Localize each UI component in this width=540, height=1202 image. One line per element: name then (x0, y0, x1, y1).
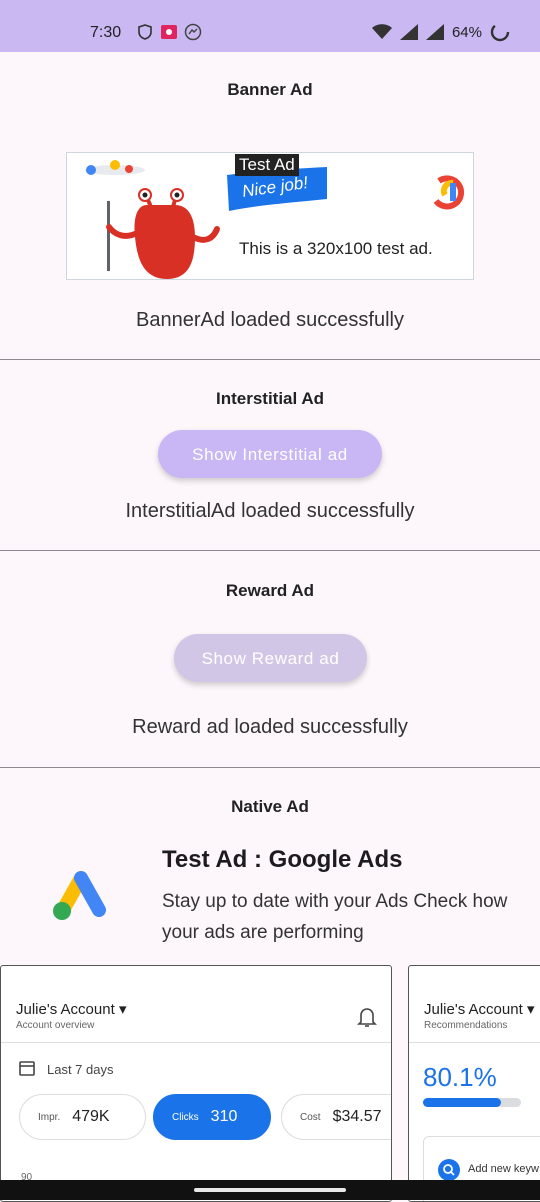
native-ad-title: Native Ad (231, 797, 309, 816)
optimization-score: 80.1% (423, 1062, 497, 1092)
home-handle[interactable] (194, 1188, 346, 1192)
banner-status: BannerAd loaded successfully (136, 309, 404, 331)
metric-pill-clicks: Clicks 310 (153, 1094, 271, 1140)
native-ad-body: Stay up to date with your Ads Check how … (162, 891, 508, 943)
calendar-icon (19, 1061, 35, 1076)
divider (1, 1042, 391, 1043)
metric-pill-cost: Cost $34.57 (281, 1094, 391, 1140)
wifi-icon (371, 24, 392, 39)
account-subtitle: Recommendations (424, 1020, 508, 1031)
test-ad-label: Test Ad (235, 154, 299, 176)
interstitial-ad-title: Interstitial Ad (216, 389, 324, 408)
divider (0, 767, 540, 768)
google-ads-logo-icon[interactable] (50, 866, 112, 922)
optimization-score-fill (423, 1098, 502, 1107)
chevron-down-icon: ▾ (526, 1001, 535, 1018)
battery-icon (490, 22, 510, 42)
divider (409, 1042, 540, 1043)
metric-pill-impressions: Impr. 479K (19, 1094, 146, 1140)
screen-record-icon (161, 25, 177, 39)
navigation-bar (0, 1180, 540, 1200)
native-ad-headline[interactable]: Test Ad : Google Ads (162, 846, 402, 874)
status-time: 7:30 (90, 24, 122, 41)
reward-ad-title: Reward Ad (225, 581, 315, 600)
system-icons: 64% (371, 22, 510, 42)
recommendation-text: Add new keyw (468, 1163, 539, 1175)
native-media-card[interactable]: Julie's Account ▾ Account overview Last … (0, 965, 392, 1202)
account-subtitle: Account overview (16, 1020, 95, 1031)
notification-icons (136, 23, 202, 41)
date-range: Last 7 days (47, 1062, 114, 1077)
battery-percent: 64% (451, 23, 482, 41)
signal-2-icon (425, 24, 444, 40)
account-name: Julie's Account ▾ (424, 1001, 535, 1018)
native-media-card-2[interactable]: Julie's Account ▾ Recommendations 80.1% … (408, 965, 540, 1202)
status-bar: 7:30 64% (0, 0, 540, 52)
bell-icon (357, 1008, 377, 1027)
reward-status: Reward ad loaded successfully (132, 716, 408, 738)
divider (0, 359, 540, 360)
optimization-score-bar (423, 1098, 521, 1107)
banner-ad-text: This is a 320x100 test ad. (239, 239, 433, 258)
show-interstitial-button[interactable]: Show Interstitial ad (158, 430, 382, 478)
interstitial-status: InterstitialAd loaded successfully (125, 500, 415, 522)
account-name: Julie's Account ▾ (16, 1001, 127, 1018)
search-icon (438, 1159, 460, 1181)
messenger-icon (184, 23, 202, 41)
chevron-down-icon: ▾ (118, 1001, 127, 1018)
banner-ad-title: Banner Ad (227, 80, 313, 99)
shield-icon (138, 24, 152, 40)
divider (0, 550, 540, 551)
signal-icon (399, 24, 418, 40)
show-reward-button[interactable]: Show Reward ad (174, 634, 367, 682)
